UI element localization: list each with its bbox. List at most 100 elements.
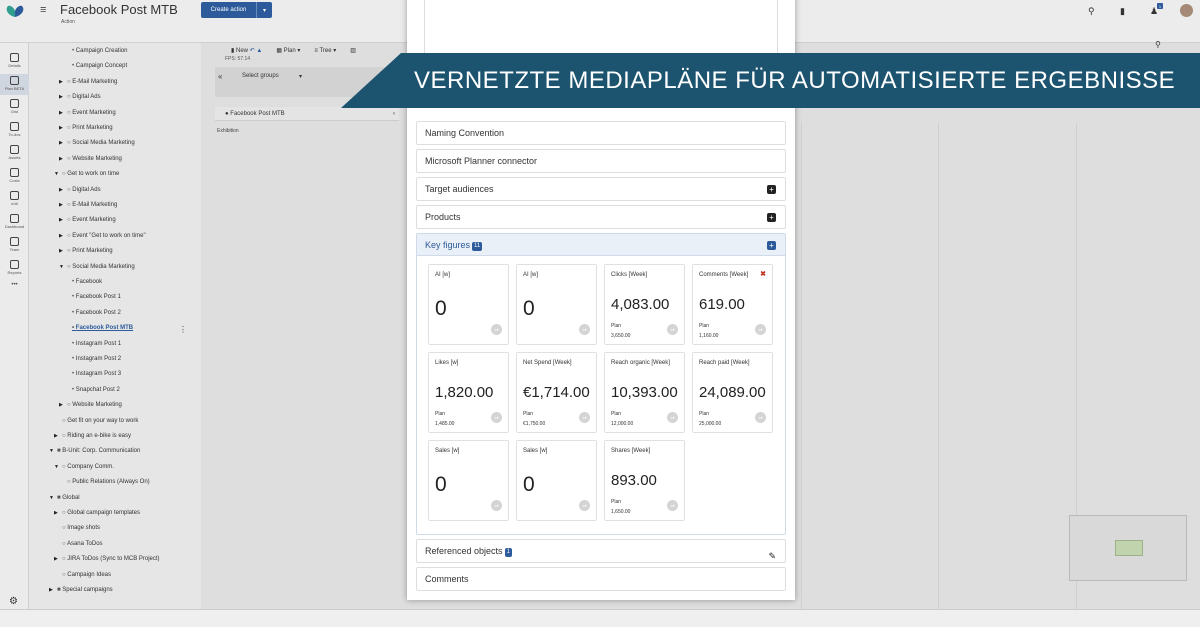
tree-item[interactable]: ▶ ○ Print Marketing — [59, 245, 113, 258]
chevron-right-icon[interactable]: ▶ — [54, 507, 62, 520]
tree-item[interactable]: ▶ ○ Event Marketing — [59, 107, 116, 120]
comments-panel[interactable]: Comments — [416, 567, 786, 591]
rail-item[interactable]: Grid — [0, 97, 29, 118]
tree-item[interactable]: ▶ ○ Social Media Marketing — [59, 137, 135, 150]
rail-item[interactable]: Costs — [0, 166, 29, 187]
search-icon[interactable]: ⚲ — [1155, 40, 1161, 49]
collapse-icon[interactable]: « — [218, 72, 222, 81]
chart-icon[interactable]: all — [755, 324, 766, 335]
tree-item[interactable]: ▶ ○ JIRA ToDos (Sync to MCB Project) — [54, 553, 160, 566]
key-figure-card[interactable]: Reach paid [Week] 24,089.00 Plan 25,000.00 a… — [692, 352, 773, 433]
chevron-right-icon[interactable]: ▶ — [54, 430, 62, 443]
tree-item[interactable]: ▶ ○ Print Marketing — [59, 122, 113, 135]
key-figure-card[interactable]: Sales [w] 0 all — [428, 440, 509, 521]
section-panel[interactable]: Products + — [416, 205, 786, 229]
tree-item[interactable]: • Facebook — [64, 276, 102, 289]
chart-icon[interactable]: all — [755, 412, 766, 423]
tree-item[interactable]: ▼ ■ B-Unit: Corp. Communication — [49, 445, 140, 458]
tree-item[interactable]: ▶ ○ E-Mail Marketing — [59, 199, 117, 212]
chevron-right-icon[interactable]: ▶ — [59, 230, 67, 243]
chart-icon[interactable]: all — [491, 500, 502, 511]
section-panel[interactable]: Target audiences + — [416, 177, 786, 201]
chart-icon[interactable]: all — [667, 500, 678, 511]
plus-icon[interactable]: + — [767, 213, 776, 222]
chevron-right-icon[interactable]: ▶ — [59, 245, 67, 258]
tree-item[interactable]: ○ Asana ToDos — [54, 538, 103, 551]
rail-item[interactable]: edit — [0, 189, 29, 210]
minimap-viewport[interactable] — [1115, 540, 1143, 556]
minimap[interactable] — [1069, 515, 1187, 581]
tree-item[interactable]: ▶ ○ Digital Ads — [59, 91, 101, 104]
chevron-right-icon[interactable]: ▶ — [59, 199, 67, 212]
chevron-down-icon[interactable]: ▼ — [59, 261, 67, 274]
chart-icon[interactable]: all — [491, 324, 502, 335]
tree-item[interactable]: ○ Image shots — [54, 522, 100, 535]
rail-item[interactable]: Details — [0, 51, 29, 72]
key-figure-card[interactable]: Likes [w] 1,820.00 Plan 1,485.00 all — [428, 352, 509, 433]
key-figure-card[interactable]: Comments [Week] 619.00 Plan 1,160.00 all ✖ — [692, 264, 773, 345]
chevron-right-icon[interactable]: ▶ — [59, 91, 67, 104]
key-figure-card[interactable]: AI [w] 0 all — [428, 264, 509, 345]
tree-item[interactable]: • Snapchat Post 2 — [64, 384, 120, 397]
key-figures-header[interactable]: Key figures 11 + — [417, 234, 785, 256]
tree-item[interactable]: ▶ ○ E-Mail Marketing — [59, 76, 117, 89]
chart-icon[interactable]: all — [667, 412, 678, 423]
chevron-down-icon[interactable]: ▾ — [256, 2, 272, 18]
rail-item[interactable]: Reports — [0, 258, 29, 279]
referenced-objects-panel[interactable]: Referenced objects 1 ✎ — [416, 539, 786, 563]
chevron-right-icon[interactable]: ▶ — [49, 584, 57, 597]
search-icon[interactable]: ⚲ — [1088, 6, 1095, 17]
tree-dropdown[interactable]: ≡ Tree ▾ — [314, 47, 336, 54]
tree-item[interactable]: • Facebook Post MTB — [64, 322, 133, 335]
chevron-right-icon[interactable]: ▶ — [54, 553, 62, 566]
key-figure-card[interactable]: Shares [Week] 893.00 Plan 1,650.00 all — [604, 440, 685, 521]
tree-item[interactable]: ▼ ○ Social Media Marketing — [59, 261, 135, 274]
warning-icon[interactable]: ▲ — [256, 48, 262, 54]
rail-item[interactable]: Dashboard — [0, 212, 29, 233]
chevron-right-icon[interactable]: ▶ — [59, 122, 67, 135]
key-figure-card[interactable]: Clicks [Week] 4,083.00 Plan 3,650.00 all — [604, 264, 685, 345]
chevron-right-icon[interactable]: ▶ — [59, 184, 67, 197]
tree-item[interactable]: ▶ ○ Website Marketing — [59, 399, 122, 412]
tree-item[interactable]: ▶ ○ Event Marketing — [59, 214, 116, 227]
rail-item[interactable]: To-dos — [0, 120, 29, 141]
tree-item[interactable]: • Campaign Concept — [64, 60, 127, 73]
tree-item[interactable]: • Instagram Post 3 — [64, 368, 121, 381]
plus-icon[interactable]: + — [767, 241, 776, 250]
tree-item[interactable]: ▶ ○ Event "Get to work on time" — [59, 230, 146, 243]
chart-icon[interactable]: all — [491, 412, 502, 423]
chevron-left-icon[interactable]: ‹ — [393, 107, 395, 121]
new-button[interactable]: ▮ New ↶ ▲ — [231, 47, 262, 54]
bookmark-icon[interactable]: ▮ — [1120, 6, 1125, 17]
tree-item[interactable]: • Facebook Post 1 — [64, 291, 121, 304]
logo-icon[interactable] — [5, 5, 25, 17]
tree-item[interactable]: • Instagram Post 1 — [64, 338, 121, 351]
rail-item[interactable]: Team — [0, 235, 29, 256]
chevron-down-icon[interactable]: ▼ — [54, 168, 62, 181]
columns-icon[interactable]: ▥ — [350, 47, 356, 54]
close-icon[interactable]: ✖ — [760, 270, 766, 278]
tree-item[interactable]: ▶ ○ Global campaign templates — [54, 507, 140, 520]
key-figure-card[interactable]: Reach organic [Week] 10,393.00 Plan 12,000.… — [604, 352, 685, 433]
tree-item[interactable]: ▶ ○ Riding an e-bike is easy — [54, 430, 131, 443]
chart-icon[interactable]: all — [667, 324, 678, 335]
key-figure-card[interactable]: Net Spend [Week] €1,714.00 Plan €1,750.00 al… — [516, 352, 597, 433]
plan-dropdown[interactable]: ▦ Plan ▾ — [276, 47, 300, 54]
tree-item[interactable]: • Campaign Creation — [64, 45, 127, 58]
section-panel[interactable]: Naming Convention — [416, 121, 786, 145]
chevron-right-icon[interactable]: ▶ — [59, 214, 67, 227]
chevron-right-icon[interactable]: ▶ — [59, 153, 67, 166]
tree-item[interactable]: ▼ ○ Company Comm. — [54, 461, 114, 474]
tree-item[interactable]: • Facebook Post 2 — [64, 307, 121, 320]
section-panel[interactable]: Microsoft Planner connector — [416, 149, 786, 173]
create-action-button[interactable]: Create action — [201, 2, 256, 18]
tree-item[interactable]: ▼ ○ Get to work on time — [54, 168, 119, 181]
chevron-right-icon[interactable]: ▶ — [59, 107, 67, 120]
undo-icon[interactable]: ↶ — [250, 48, 255, 54]
rail-item[interactable]: ••• — [0, 281, 29, 302]
tree-item[interactable]: • Instagram Post 2 — [64, 353, 121, 366]
chevron-down-icon[interactable]: ▼ — [49, 492, 57, 505]
chevron-right-icon[interactable]: ▶ — [59, 137, 67, 150]
more-vertical-icon[interactable]: ⋮ — [179, 325, 187, 334]
chart-icon[interactable]: all — [579, 324, 590, 335]
